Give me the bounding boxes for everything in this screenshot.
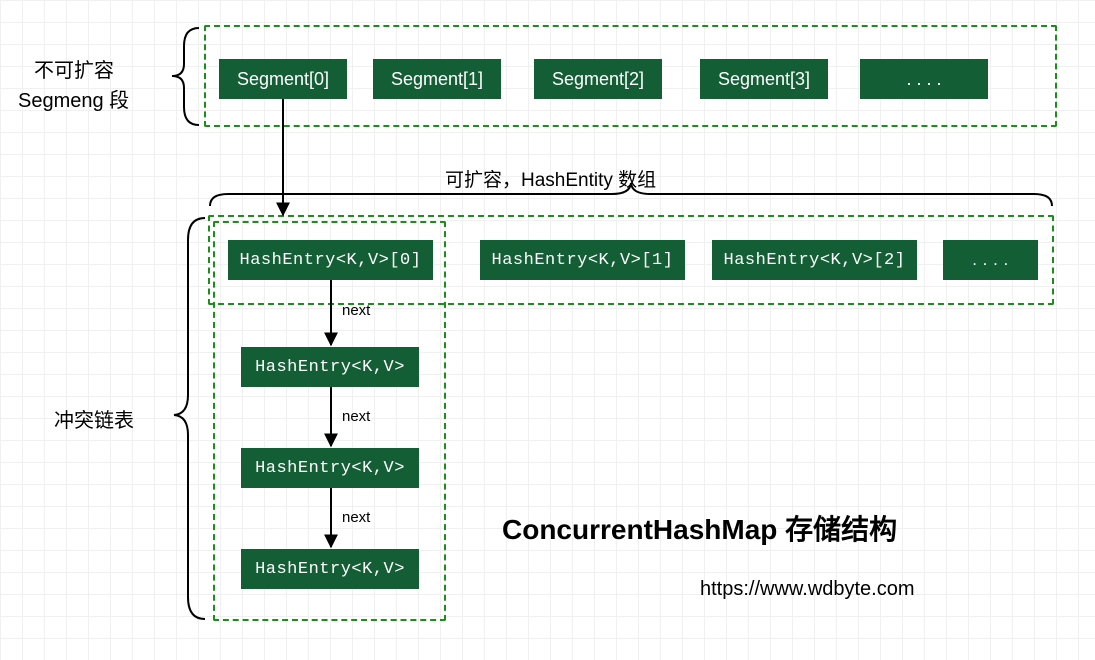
label-non-expandable-1: 不可扩容 <box>34 54 114 83</box>
hashentry-node-3: HashEntry<K,V> <box>241 549 419 589</box>
hashentry-more: . . . . <box>943 240 1038 280</box>
label-next-3: next <box>342 509 370 526</box>
hashentry-2: HashEntry<K,V>[2] <box>712 240 917 280</box>
segment-1: Segment[1] <box>373 59 501 99</box>
label-next-1: next <box>342 302 370 319</box>
diagram-url: https://www.wdbyte.com <box>700 578 915 601</box>
label-non-expandable-2: Segmeng 段 <box>18 84 129 113</box>
hashentry-1: HashEntry<K,V>[1] <box>480 240 685 280</box>
segment-2: Segment[2] <box>534 59 662 99</box>
hashentry-0: HashEntry<K,V>[0] <box>228 240 433 280</box>
segment-0: Segment[0] <box>219 59 347 99</box>
hashentry-node-2: HashEntry<K,V> <box>241 448 419 488</box>
segment-3: Segment[3] <box>700 59 828 99</box>
label-conflict-list: 冲突链表 <box>54 404 134 433</box>
label-next-2: next <box>342 408 370 425</box>
hashentry-node-1: HashEntry<K,V> <box>241 347 419 387</box>
label-expandable: 可扩容，HashEntity 数组 <box>445 165 656 192</box>
diagram-title: ConcurrentHashMap 存储结构 <box>502 508 897 548</box>
segment-more: . . . . <box>860 59 988 99</box>
